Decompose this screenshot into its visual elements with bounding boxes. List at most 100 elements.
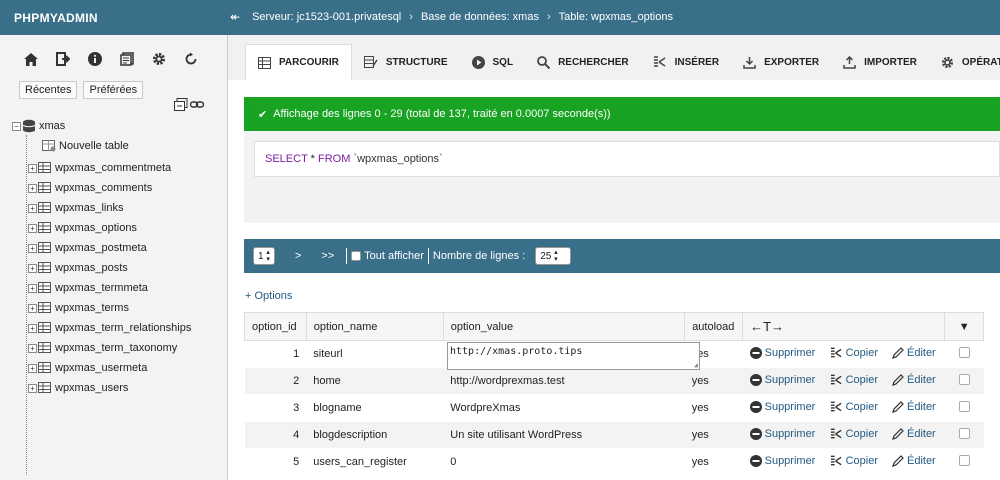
tree-db-label[interactable]: xmas (39, 120, 65, 132)
expand-toggle-icon[interactable]: + (28, 183, 37, 193)
link-icon[interactable] (190, 98, 204, 112)
copy-row-button[interactable]: Copier (830, 347, 878, 359)
tree-table-label[interactable]: wpxmas_comments (55, 182, 152, 194)
delete-row-button[interactable]: Supprimer (749, 373, 815, 386)
reload-icon[interactable] (182, 50, 200, 68)
sql-query-text[interactable]: SELECT * FROM `wpxmas_options` (254, 141, 1000, 177)
expand-toggle-icon[interactable]: + (28, 223, 37, 233)
tree-table-label[interactable]: wpxmas_users (55, 382, 128, 394)
column-header-option-name[interactable]: option_name (305, 312, 444, 341)
documentation-icon[interactable] (118, 50, 136, 68)
breadcrumb-server[interactable]: Serveur: jc1523-001.privatesql (252, 11, 401, 23)
logout-icon[interactable] (54, 50, 72, 68)
tree-table-item[interactable]: + wpxmas_term_taxonomy (28, 339, 177, 357)
cell-autoload[interactable]: yes (684, 394, 743, 422)
next-page-button[interactable]: > (295, 250, 301, 262)
tree-table-label[interactable]: wpxmas_term_relationships (55, 322, 191, 334)
delete-row-button[interactable]: Supprimer (749, 454, 815, 467)
tab-import[interactable]: IMPORTER (831, 44, 929, 80)
home-icon[interactable] (22, 50, 40, 68)
expand-toggle-icon[interactable]: + (28, 163, 37, 173)
tree-table-label[interactable]: wpxmas_terms (55, 302, 129, 314)
collapse-toggle-icon[interactable]: − (12, 121, 21, 131)
column-resize-header[interactable]: ←T→ (742, 312, 946, 341)
expand-toggle-icon[interactable]: + (28, 263, 37, 273)
row-checkbox[interactable] (958, 455, 970, 466)
tree-db-item[interactable]: − xmas (12, 117, 65, 135)
expand-toggle-icon[interactable]: + (28, 203, 37, 213)
inline-edit-textarea[interactable]: http://xmas.proto.tips ◢ (447, 342, 700, 370)
tab-favorites[interactable]: Préférées (83, 81, 144, 99)
tree-table-label[interactable]: wpxmas_postmeta (55, 242, 147, 254)
cell-option-name[interactable]: users_can_register (306, 448, 444, 476)
tree-table-item[interactable]: + wpxmas_usermeta (28, 359, 147, 377)
cell-option-name[interactable]: siteurl (306, 340, 444, 368)
expand-toggle-icon[interactable]: + (28, 283, 37, 293)
show-all-checkbox[interactable] (351, 251, 362, 261)
tree-table-item[interactable]: + wpxmas_options (28, 219, 137, 237)
options-link[interactable]: + Options (245, 290, 292, 302)
edit-row-button[interactable]: Éditer (892, 347, 936, 359)
copy-row-button[interactable]: Copier (830, 455, 878, 467)
column-header-option-value[interactable]: option_value (442, 312, 686, 341)
expand-toggle-icon[interactable]: + (28, 363, 37, 373)
tab-sql[interactable]: SQL (460, 44, 526, 80)
tree-table-label[interactable]: wpxmas_termmeta (55, 282, 148, 294)
tree-table-item[interactable]: + wpxmas_users (28, 379, 128, 397)
row-checkbox[interactable] (958, 347, 970, 358)
cell-option-value[interactable]: WordpreXmas (443, 394, 685, 422)
copy-row-button[interactable]: Copier (830, 374, 878, 386)
edit-row-button[interactable]: Éditer (892, 455, 936, 467)
cell-autoload[interactable]: yes (684, 367, 743, 395)
tab-recent[interactable]: Récentes (19, 81, 78, 99)
expand-toggle-icon[interactable]: + (28, 343, 37, 353)
delete-row-button[interactable]: Supprimer (749, 346, 815, 359)
page-select[interactable]: 1 ▴ ▾ (253, 247, 275, 265)
tree-table-label[interactable]: wpxmas_links (55, 202, 123, 214)
edit-row-button[interactable]: Éditer (892, 428, 936, 440)
show-all-label[interactable]: Tout afficher (364, 250, 424, 262)
delete-row-button[interactable]: Supprimer (749, 427, 815, 440)
breadcrumb-table[interactable]: Table: wpxmas_options (559, 11, 673, 23)
edit-row-button[interactable]: Éditer (892, 401, 936, 413)
edit-row-button[interactable]: Éditer (892, 374, 936, 386)
tab-export[interactable]: EXPORTER (731, 44, 831, 80)
row-checkbox[interactable] (958, 428, 970, 439)
tree-table-label[interactable]: wpxmas_options (55, 222, 137, 234)
cell-option-name[interactable]: home (306, 367, 444, 395)
tab-browse[interactable]: PARCOURIR (245, 44, 352, 80)
tree-table-item[interactable]: + wpxmas_term_relationships (28, 319, 191, 337)
cell-option-value[interactable]: Un site utilisant WordPress (443, 421, 685, 449)
tree-table-item[interactable]: + wpxmas_termmeta (28, 279, 148, 297)
collapse-all-icon[interactable] (174, 98, 188, 112)
settings-gear-icon[interactable] (150, 50, 168, 68)
cell-option-name[interactable]: blogdescription (306, 421, 444, 449)
row-checkbox[interactable] (958, 401, 970, 412)
expand-toggle-icon[interactable]: + (28, 323, 37, 333)
column-menu-header[interactable]: ▼ (944, 312, 984, 341)
rows-count-select[interactable]: 25 ▴ ▾ (535, 247, 572, 265)
cell-autoload[interactable]: yes (684, 448, 743, 476)
tree-table-label[interactable]: wpxmas_term_taxonomy (55, 342, 177, 354)
cell-option-name[interactable]: blogname (306, 394, 444, 422)
cell-option-value[interactable]: 0 (443, 448, 685, 476)
column-header-autoload[interactable]: autoload (684, 312, 744, 341)
tree-table-item[interactable]: + wpxmas_posts (28, 259, 128, 277)
info-icon[interactable] (86, 50, 104, 68)
tree-table-label[interactable]: wpxmas_commentmeta (55, 162, 171, 174)
tab-search[interactable]: RECHERCHER (525, 44, 641, 80)
tree-table-item[interactable]: + wpxmas_comments (28, 179, 152, 197)
tab-operations[interactable]: OPÉRATIONS (929, 44, 1000, 80)
tree-table-label[interactable]: wpxmas_usermeta (55, 362, 147, 374)
new-table-label[interactable]: Nouvelle table (59, 140, 129, 152)
cell-autoload[interactable]: yes (684, 421, 743, 449)
column-header-option-id[interactable]: option_id (244, 312, 307, 341)
cell-option-value[interactable]: http://wordprexmas.test (443, 367, 685, 395)
expand-toggle-icon[interactable]: + (28, 303, 37, 313)
resize-handle-icon[interactable]: ◢ (694, 361, 698, 369)
expand-toggle-icon[interactable]: + (28, 383, 37, 393)
tree-table-item[interactable]: + wpxmas_links (28, 199, 123, 217)
copy-row-button[interactable]: Copier (830, 401, 878, 413)
back-arrow-icon[interactable]: ↞ (230, 10, 240, 24)
delete-row-button[interactable]: Supprimer (749, 400, 815, 413)
